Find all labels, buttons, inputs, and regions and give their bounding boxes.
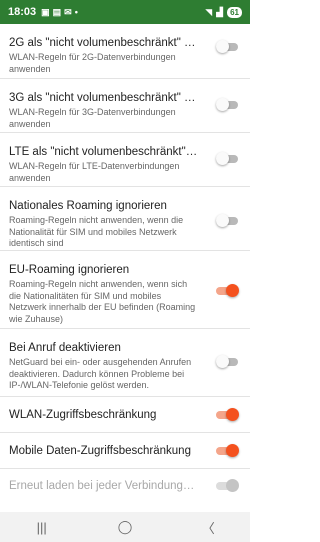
setting-description: WLAN-Regeln für 3G-Datenverbindungen anw… xyxy=(9,107,176,129)
setting-lte-unmetered[interactable]: LTE als "nicht volumenbeschränkt" betr… … xyxy=(0,133,250,187)
setting-3g-unmetered[interactable]: 3G als "nicht volumenbeschränkt" betra… … xyxy=(0,79,250,133)
setting-title: EU-Roaming ignorieren xyxy=(9,264,130,276)
setting-eu-roaming[interactable]: EU-Roaming ignorieren Roaming-Regeln nic… xyxy=(0,251,250,329)
setting-title: 3G als "nicht volumenbeschränkt" betra… xyxy=(9,92,200,104)
setting-title: 2G als "nicht volumenbeschränkt" betra… xyxy=(9,37,200,49)
setting-title: Erneut laden bei jeder Verbindungsände… xyxy=(9,480,200,492)
setting-description: NetGuard bei ein- oder ausgehenden Anruf… xyxy=(9,357,192,390)
toggle-eu-roaming[interactable] xyxy=(216,284,239,297)
home-icon[interactable]: ◯ xyxy=(105,519,145,535)
back-icon[interactable]: 〈 xyxy=(188,518,228,537)
toggle-reload-on-change[interactable] xyxy=(216,479,239,492)
setting-reload-on-change[interactable]: Erneut laden bei jeder Verbindungsände… xyxy=(0,469,250,501)
setting-title: LTE als "nicht volumenbeschränkt" betr… xyxy=(9,146,200,158)
setting-title: Bei Anruf deaktivieren xyxy=(9,342,121,354)
setting-national-roaming[interactable]: Nationales Roaming ignorieren Roaming-Re… xyxy=(0,187,250,251)
setting-description: WLAN-Regeln für LTE-Datenverbindungen an… xyxy=(9,161,180,183)
setting-description: Roaming-Regeln nicht anwenden, wenn die … xyxy=(9,215,184,248)
toggle-disable-on-call[interactable] xyxy=(216,355,238,368)
setting-2g-unmetered[interactable]: 2G als "nicht volumenbeschränkt" betra… … xyxy=(0,14,250,79)
settings-list: 2G als "nicht volumenbeschränkt" betra… … xyxy=(0,14,250,501)
setting-description: Roaming-Regeln nicht anwenden, wenn sich… xyxy=(9,279,196,324)
toggle-mobile-restriction[interactable] xyxy=(216,444,239,457)
toggle-3g-unmetered[interactable] xyxy=(216,98,238,111)
toggle-lte-unmetered[interactable] xyxy=(216,152,238,165)
setting-title: Nationales Roaming ignorieren xyxy=(9,200,167,212)
toggle-2g-unmetered[interactable] xyxy=(216,40,238,53)
toggle-national-roaming[interactable] xyxy=(216,214,238,227)
setting-description: WLAN-Regeln für 2G-Datenverbindungen anw… xyxy=(9,52,176,74)
navigation-bar: ||| ◯ 〈 xyxy=(0,512,250,542)
setting-mobile-restriction[interactable]: Mobile Daten-Zugriffsbeschränkung xyxy=(0,433,250,469)
setting-title: WLAN-Zugriffsbeschränkung xyxy=(9,409,157,421)
setting-disable-on-call[interactable]: Bei Anruf deaktivieren NetGuard bei ein-… xyxy=(0,329,250,397)
recents-icon[interactable]: ||| xyxy=(22,520,62,535)
setting-wifi-restriction[interactable]: WLAN-Zugriffsbeschränkung xyxy=(0,397,250,433)
setting-title: Mobile Daten-Zugriffsbeschränkung xyxy=(9,445,191,457)
toggle-wifi-restriction[interactable] xyxy=(216,408,239,421)
